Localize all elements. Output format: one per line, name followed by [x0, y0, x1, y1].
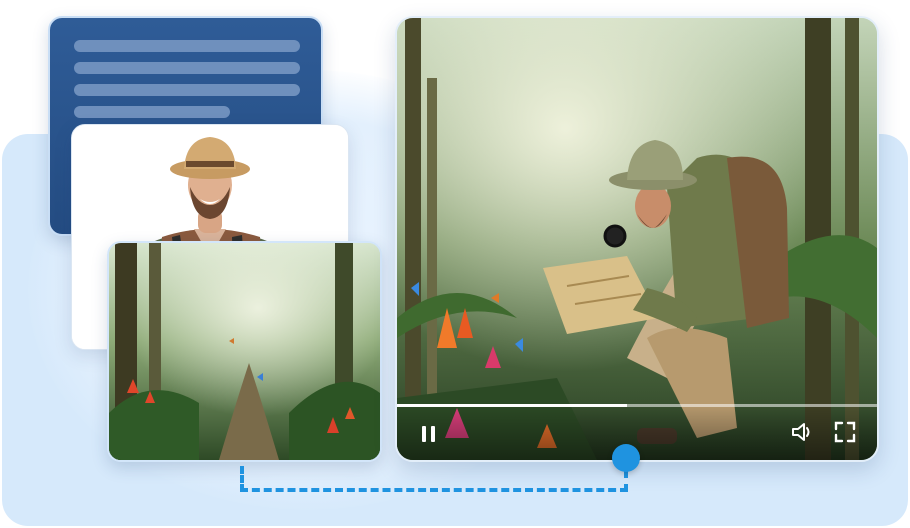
document-text-line	[74, 40, 300, 52]
fullscreen-icon	[834, 421, 856, 443]
timeline-connector	[240, 466, 628, 492]
video-player[interactable]	[395, 16, 879, 462]
pause-button[interactable]	[417, 422, 441, 446]
fullscreen-button[interactable]	[833, 420, 857, 444]
jungle-thumbnail-card[interactable]	[107, 241, 382, 462]
volume-icon	[792, 423, 810, 441]
pause-icon	[422, 426, 435, 442]
rainforest-path-image	[109, 243, 380, 460]
document-text-line	[74, 84, 300, 96]
progress-fill	[397, 404, 628, 407]
document-text-line	[74, 106, 230, 118]
document-text-line	[74, 62, 300, 74]
volume-button[interactable]	[791, 420, 815, 444]
progress-track[interactable]	[397, 404, 877, 407]
playhead-handle[interactable]	[612, 444, 640, 472]
explorer-map-video-frame	[397, 18, 877, 460]
